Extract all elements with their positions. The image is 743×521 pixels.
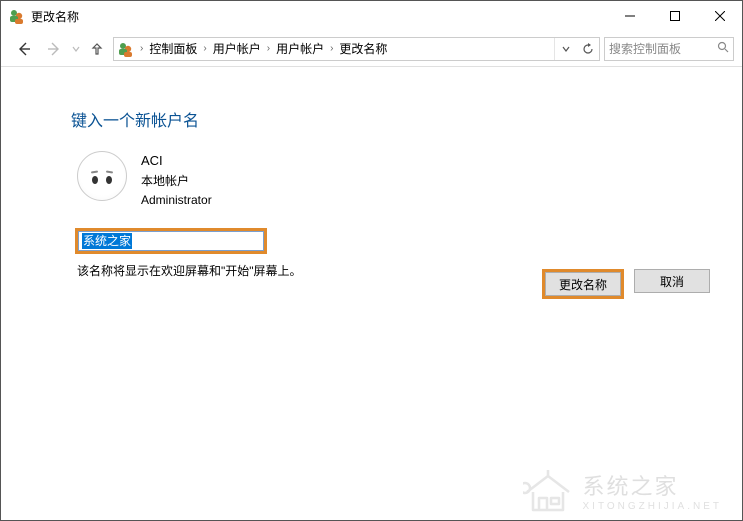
breadcrumb-item[interactable]: 用户帐户 bbox=[274, 40, 326, 57]
breadcrumb-item[interactable]: 控制面板 bbox=[147, 40, 199, 57]
chevron-right-icon[interactable]: › bbox=[199, 43, 210, 54]
recent-locations-button[interactable] bbox=[69, 34, 83, 64]
highlight-annotation: 系统之家 bbox=[75, 228, 267, 254]
window-title: 更改名称 bbox=[31, 8, 607, 25]
chevron-right-icon[interactable]: › bbox=[326, 43, 337, 54]
watermark-logo-icon bbox=[523, 470, 573, 512]
submit-button[interactable]: 更改名称 bbox=[545, 272, 621, 296]
back-button[interactable] bbox=[9, 34, 39, 64]
account-type: 本地帐户 bbox=[141, 172, 212, 191]
toolbar: › 控制面板 › 用户帐户 › 用户帐户 › 更改名称 搜索控制面板 bbox=[1, 31, 742, 67]
watermark-text: 系统之家 bbox=[583, 474, 679, 499]
content-area: 键入一个新帐户名 ACI 本地帐户 Administrator 系统之家 该名称… bbox=[1, 67, 742, 279]
close-button[interactable] bbox=[697, 1, 742, 31]
refresh-button[interactable] bbox=[577, 38, 599, 60]
window-controls bbox=[607, 1, 742, 31]
account-info-row: ACI 本地帐户 Administrator bbox=[77, 151, 672, 210]
watermark-url: XITONGZHIJIA.NET bbox=[583, 501, 723, 512]
breadcrumb-item[interactable]: 用户帐户 bbox=[211, 40, 263, 57]
user-accounts-icon bbox=[118, 41, 134, 57]
highlight-annotation: 更改名称 bbox=[542, 269, 624, 299]
history-dropdown-button[interactable] bbox=[555, 38, 577, 60]
titlebar: 更改名称 bbox=[1, 1, 742, 31]
account-info: ACI 本地帐户 Administrator bbox=[141, 151, 212, 210]
chevron-right-icon[interactable]: › bbox=[263, 43, 274, 54]
account-role: Administrator bbox=[141, 191, 212, 210]
breadcrumb-item[interactable]: 更改名称 bbox=[337, 40, 389, 57]
page-heading: 键入一个新帐户名 bbox=[71, 107, 672, 131]
search-input[interactable]: 搜索控制面板 bbox=[604, 37, 734, 61]
user-accounts-icon bbox=[9, 8, 25, 24]
up-button[interactable] bbox=[85, 41, 109, 57]
address-bar[interactable]: › 控制面板 › 用户帐户 › 用户帐户 › 更改名称 bbox=[113, 37, 600, 61]
avatar-icon bbox=[77, 151, 127, 201]
button-row: 更改名称 取消 bbox=[542, 269, 710, 299]
search-icon bbox=[717, 41, 729, 56]
cancel-button[interactable]: 取消 bbox=[634, 269, 710, 293]
maximize-button[interactable] bbox=[652, 1, 697, 31]
search-placeholder: 搜索控制面板 bbox=[609, 40, 681, 57]
account-name: ACI bbox=[141, 151, 212, 172]
input-selected-text: 系统之家 bbox=[82, 233, 132, 249]
minimize-button[interactable] bbox=[607, 1, 652, 31]
chevron-right-icon[interactable]: › bbox=[136, 43, 147, 54]
account-name-input[interactable]: 系统之家 bbox=[78, 231, 264, 251]
watermark: 系统之家 XITONGZHIJIA.NET bbox=[523, 469, 723, 512]
forward-button[interactable] bbox=[39, 34, 69, 64]
